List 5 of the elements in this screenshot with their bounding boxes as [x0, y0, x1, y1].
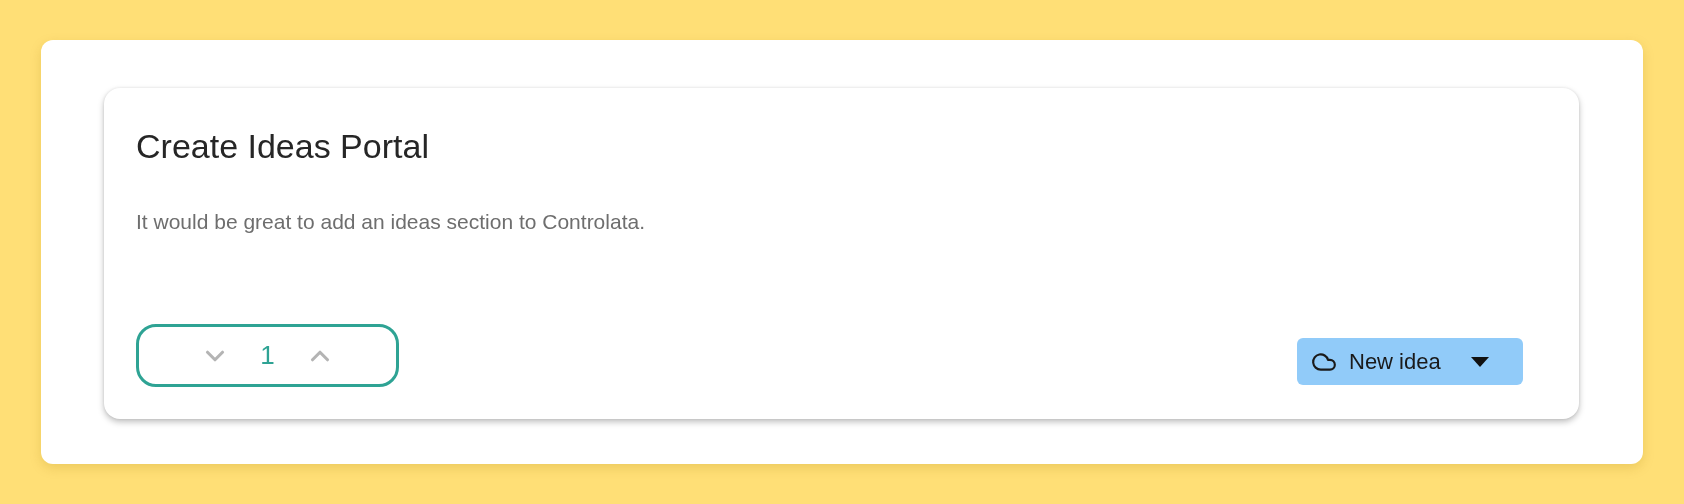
idea-title: Create Ideas Portal [136, 126, 430, 166]
caret-icon [1471, 356, 1489, 367]
vote-count: 1 [260, 340, 275, 371]
idea-description: It would be great to add an ideas section to Controlata. [136, 209, 646, 235]
status-dropdown[interactable]: New idea [1297, 338, 1523, 385]
